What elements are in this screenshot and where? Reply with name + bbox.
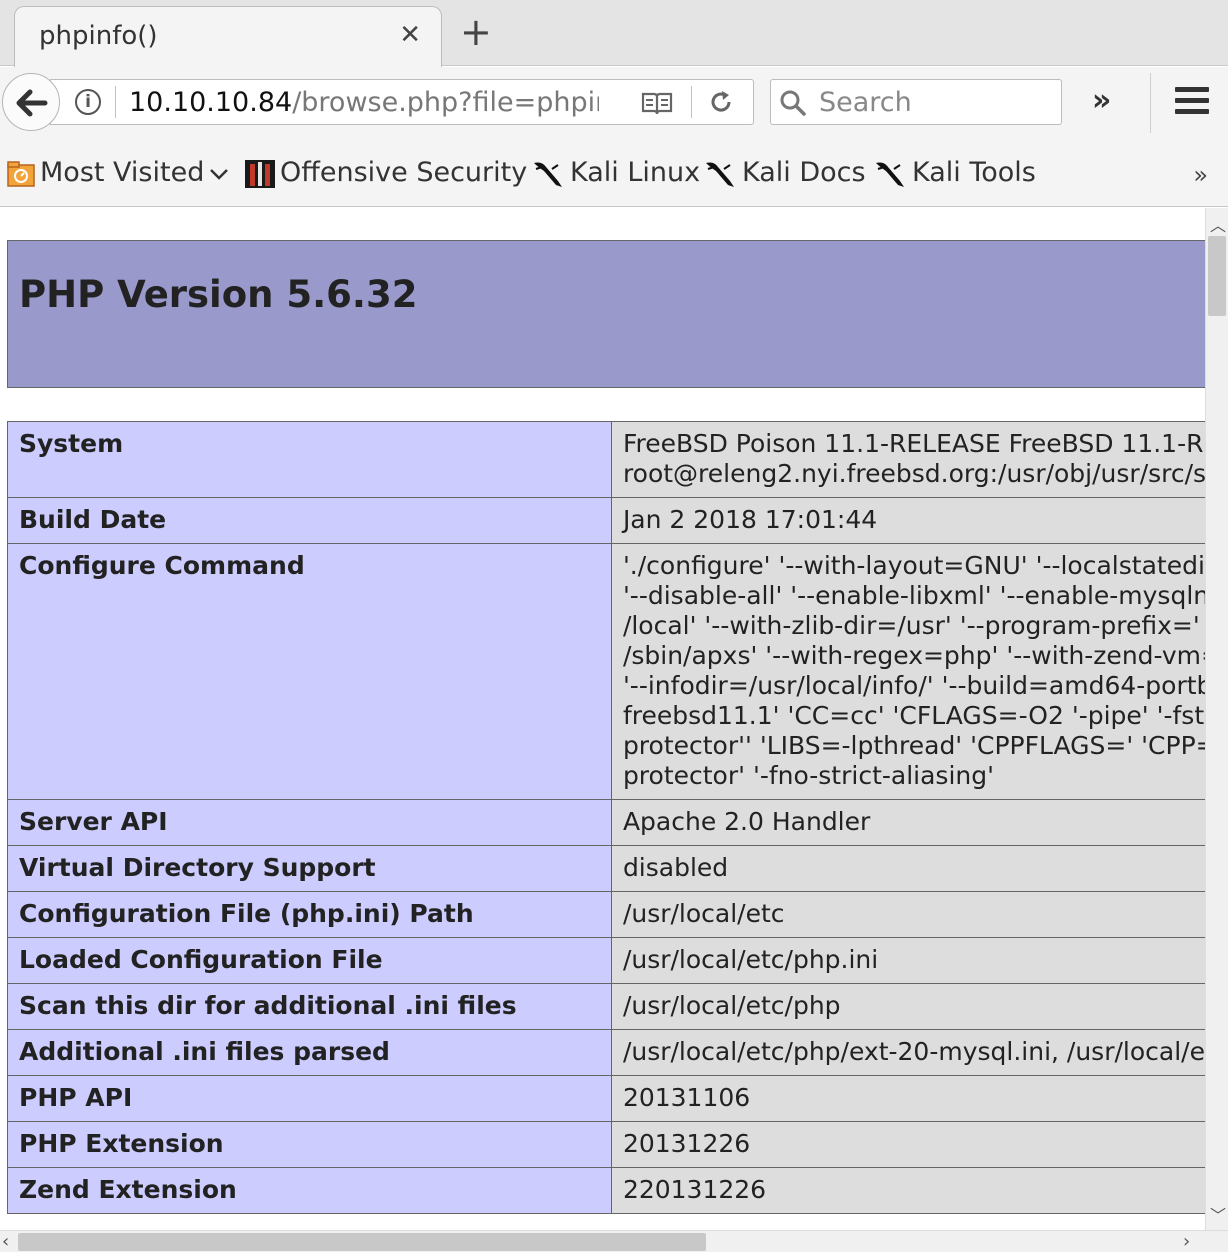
search-placeholder: Search — [819, 87, 912, 118]
row-value: FreeBSD Poison 11.1-RELEASE FreeBSD 11.1… — [610, 421, 1205, 498]
row-value: 220131226 — [610, 1167, 1205, 1214]
url-host: 10.10.10.84 — [129, 87, 293, 118]
scroll-down-icon[interactable]: ﹀ — [1210, 1202, 1226, 1226]
row-label: Configuration File (php.ini) Path — [7, 891, 612, 938]
hamburger-menu-icon[interactable] — [1175, 87, 1209, 117]
vertical-scrollbar[interactable]: ︿ ﹀ — [1205, 208, 1228, 1230]
table-row: Build Date Jan 2 2018 17:01:44 — [7, 497, 1205, 544]
row-label: Server API — [7, 799, 612, 846]
url-divider-2 — [691, 86, 692, 118]
bookmark-label: Kali Docs — [742, 157, 866, 188]
table-row: Zend Extension 220131226 — [7, 1167, 1205, 1214]
row-value: /usr/local/etc/php/ext-20-mysql.ini, /us… — [610, 1029, 1205, 1076]
table-row: Loaded Configuration File/usr/local/etc/… — [7, 937, 1205, 984]
table-row: PHP Extension 20131226 — [7, 1121, 1205, 1168]
search-bar[interactable]: Search — [770, 79, 1062, 125]
bookmark-offensive-security[interactable]: Offensive Security — [244, 157, 527, 189]
phpinfo-table: System FreeBSD Poison 11.1-RELEASE FreeBS… — [7, 421, 1205, 1214]
row-label: Loaded Configuration File — [7, 937, 612, 984]
row-value: 20131106 — [610, 1075, 1205, 1122]
row-value: Jan 2 2018 17:01:44 — [610, 497, 1205, 544]
row-label: Virtual Directory Support — [7, 845, 612, 892]
horizontal-scroll-thumb[interactable] — [18, 1233, 706, 1251]
kali-dragon-icon — [706, 162, 734, 187]
bookmarks-toolbar: Most Visited Offensive Security Kali Lin… — [0, 139, 1228, 207]
table-row: Scan this dir for additional .ini files /… — [7, 983, 1205, 1030]
url-text[interactable]: 10.10.10.84/browse.php?file=phpinf — [129, 87, 599, 118]
tab-title: phpinfo() — [39, 21, 158, 51]
new-tab-button[interactable]: + — [460, 12, 492, 52]
row-label: Zend Extension — [7, 1167, 612, 1214]
table-row: Virtual Directory Support disabled — [7, 845, 1205, 892]
back-button[interactable] — [2, 73, 60, 131]
url-bar[interactable]: i 10.10.10.84/browse.php?file=phpinf — [50, 79, 754, 125]
bookmark-label: Kali Tools — [912, 157, 1036, 188]
folder-icon — [7, 160, 35, 187]
row-value: 20131226 — [610, 1121, 1205, 1168]
row-label: Scan this dir for additional .ini files — [7, 983, 612, 1030]
table-row: PHP API 20131106 — [7, 1075, 1205, 1122]
row-value: /usr/local/etc/php — [610, 983, 1205, 1030]
php-version-header: PHP Version 5.6.32 — [7, 240, 1205, 388]
table-row: Server API Apache 2.0 Handler — [7, 799, 1205, 846]
table-row: Configure Command './configure' '--with-l… — [7, 543, 1205, 800]
row-value: disabled — [610, 845, 1205, 892]
table-row: System FreeBSD Poison 11.1-RELEASE FreeBS… — [7, 421, 1205, 498]
close-tab-icon[interactable]: ✕ — [399, 20, 421, 50]
row-value: './configure' '--with-layout=GNU' '--loc… — [610, 543, 1205, 800]
bookmark-label: Kali Linux — [570, 157, 701, 188]
row-value: Apache 2.0 Handler — [610, 799, 1205, 846]
page-title: PHP Version 5.6.32 — [19, 273, 418, 316]
row-label: Configure Command — [7, 543, 612, 800]
url-path: /browse.php?file=phpinf — [292, 87, 599, 118]
chevron-down-icon — [210, 168, 229, 180]
bookmark-most-visited[interactable]: Most Visited — [6, 157, 230, 188]
toolbar-divider — [1150, 73, 1151, 133]
reload-icon[interactable] — [707, 88, 735, 116]
kali-dragon-icon — [876, 162, 904, 187]
row-label: Additional .ini files parsed — [7, 1029, 612, 1076]
table-row: Configuration File (php.ini) Path/usr/lo… — [7, 891, 1205, 938]
scroll-left-icon[interactable]: ‹ — [2, 1231, 9, 1252]
horizontal-scrollbar[interactable]: ‹ › — [0, 1230, 1228, 1252]
row-label: PHP Extension — [7, 1121, 612, 1168]
toolbar-overflow-button[interactable]: » — [1092, 83, 1111, 118]
site-info-icon[interactable]: i — [75, 89, 101, 115]
row-label: PHP API — [7, 1075, 612, 1122]
tab-strip: phpinfo() ✕ + — [0, 0, 1228, 67]
table-row: Additional .ini files parsed/usr/local/e… — [7, 1029, 1205, 1076]
bookmark-label: Offensive Security — [280, 157, 528, 188]
row-label: System — [7, 421, 612, 498]
offsec-icon — [245, 159, 275, 188]
vertical-scroll-thumb[interactable] — [1208, 236, 1226, 316]
bookmark-kali-linux[interactable]: Kali Linux — [532, 157, 700, 189]
row-value: /usr/local/etc/php.ini — [610, 937, 1205, 984]
page-content: PHP Version 5.6.32 System FreeBSD Poison … — [0, 208, 1205, 1230]
scroll-right-icon[interactable]: › — [1183, 1231, 1190, 1252]
row-label: Build Date — [7, 497, 612, 544]
navigation-toolbar: i 10.10.10.84/browse.php?file=phpinf Sea… — [0, 67, 1228, 139]
row-value: /usr/local/etc — [610, 891, 1205, 938]
search-icon — [780, 90, 806, 116]
back-arrow-icon — [16, 89, 48, 117]
bookmarks-overflow-button[interactable]: » — [1193, 161, 1208, 189]
bookmark-kali-docs[interactable]: Kali Docs — [704, 157, 866, 189]
bookmark-kali-tools[interactable]: Kali Tools — [874, 157, 1036, 189]
tab-phpinfo[interactable]: phpinfo() ✕ — [14, 6, 442, 67]
kali-dragon-icon — [534, 162, 562, 187]
url-divider — [115, 86, 116, 118]
scroll-up-icon[interactable]: ︿ — [1210, 212, 1226, 236]
reader-view-icon[interactable] — [641, 90, 673, 116]
bookmark-label: Most Visited — [40, 157, 205, 188]
